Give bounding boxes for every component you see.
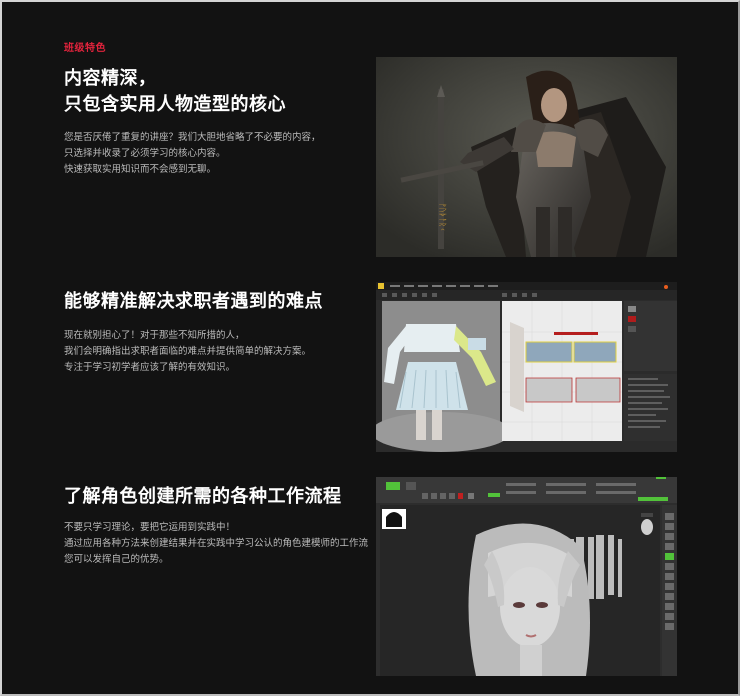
section-2-desc-line-1: 现在就别担心了！对于那些不知所措的人， <box>64 330 245 341</box>
section-2-desc-line-2: 我们会明确指出求职者面临的难点并提供简单的解决方案。 <box>64 346 312 357</box>
section-1-desc-line-3: 快速获取实用知识而不会感到无聊。 <box>64 164 217 175</box>
clothing-design-screenshot <box>376 282 677 452</box>
section-badge: 班级特色 <box>64 43 106 54</box>
section-3-title-line-1: 了解角色创建所需的各种工作流程 <box>64 486 342 507</box>
section-1-title-line-2: 只包含实用人物造型的核心 <box>64 94 286 115</box>
warrior-character-image: ᚠᚢᚦᚨᚱᚲ <box>376 57 677 257</box>
section-2-desc-line-3: 专注于学习初学者应该了解的有效知识。 <box>64 362 236 373</box>
section-3-description: 不要只学习理论，要把它运用到实践中！ 通过应用各种方法来创建结果并在实践中学习公… <box>64 520 382 568</box>
section-2-title-line-1: 能够精准解决求职者遇到的难点 <box>64 291 323 312</box>
section-2-description: 现在就别担心了！对于那些不知所措的人， 我们会明确指出求职者面临的难点并提供简单… <box>64 328 382 376</box>
blade-runes: ᚠᚢᚦᚨᚱᚲ <box>438 203 447 232</box>
class-features-panel: 班级特色 内容精深， 只包含实用人物造型的核心 您是否厌倦了重复的讲座？我们大胆… <box>0 0 740 696</box>
sculpting-software-screenshot <box>376 477 677 676</box>
section-3-desc-line-1: 不要只学习理论，要把它运用到实践中！ <box>64 522 236 533</box>
section-1-title-line-1: 内容精深， <box>64 68 157 89</box>
section-1-desc-line-2: 只选择并收录了必须学习的核心内容。 <box>64 148 226 159</box>
section-2-title: 能够精准解决求职者遇到的难点 <box>64 289 323 315</box>
section-1-desc-line-1: 您是否厌倦了重复的讲座？我们大胆地省略了不必要的内容， <box>64 132 321 143</box>
section-1-description: 您是否厌倦了重复的讲座？我们大胆地省略了不必要的内容， 只选择并收录了必须学习的… <box>64 130 382 178</box>
section-3-title: 了解角色创建所需的各种工作流程 <box>64 484 342 510</box>
section-1-title: 内容精深， 只包含实用人物造型的核心 <box>64 66 286 118</box>
section-3-desc-line-2: 通过应用各种方法来创建结果并在实践中学习公认的角色建模师的工作流 <box>64 538 369 549</box>
section-3-desc-line-3: 您可以发挥自己的优势。 <box>64 554 169 565</box>
